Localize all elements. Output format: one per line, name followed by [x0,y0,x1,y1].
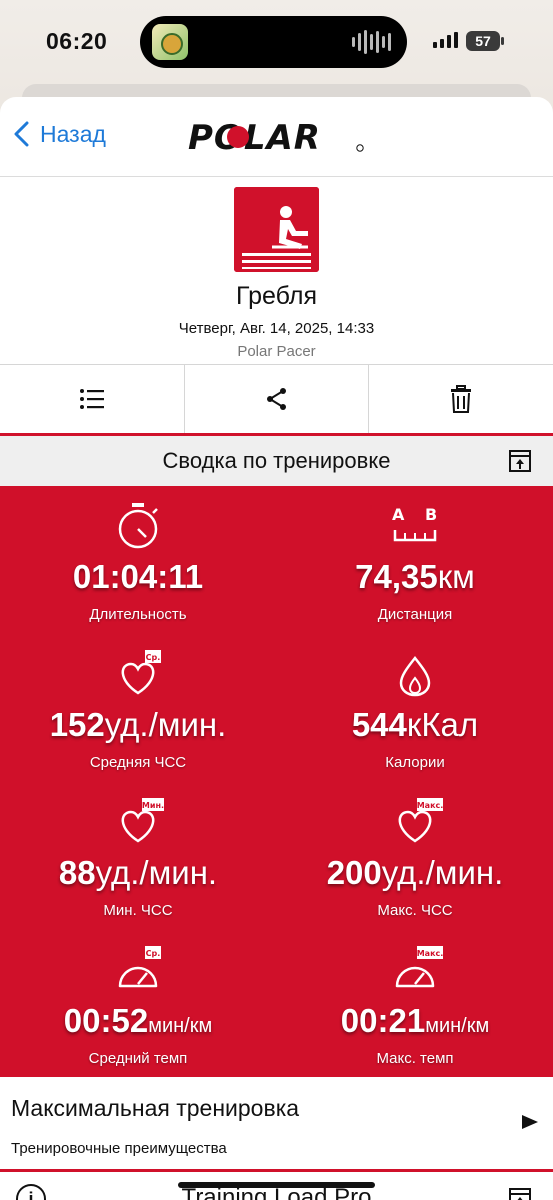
back-label: Назад [40,120,106,147]
stat-label: Длительность [89,606,187,623]
action-toolbar [0,365,553,436]
polar-logo: POLAR [188,118,364,157]
share-icon [266,388,286,410]
delete-button[interactable] [369,365,553,433]
device-name: Polar Pacer [237,343,316,360]
share-button[interactable] [185,365,370,433]
summary-stats: 01:04:11 Длительность A B 74,35км Дистан… [0,486,553,1077]
stat-value: 88 [58,854,96,891]
back-button[interactable]: Назад [10,119,106,149]
heart-badge: Макс. [417,801,444,810]
dynamic-island [140,16,407,68]
session-header: Гребля Четверг, Авг. 14, 2025, 14:33 Pol… [0,177,553,365]
stat-unit: кКал [406,706,479,743]
stat-unit: уд./мин. [381,854,504,891]
stat-value: 74,35 [355,558,438,595]
training-sheet: Назад POLAR Гребля Четверг, Авг. 14, 202… [0,97,553,1200]
stat-unit: уд./мин. [95,854,218,891]
stat-unit: км [437,558,475,595]
distance-icon-b: B [425,505,437,524]
stat-label: Средний темп [88,1050,188,1067]
navigation-bar: Назад POLAR [0,97,553,177]
stat-value: 544 [351,706,407,743]
distance-icon: A B [392,505,437,542]
brand-text: POLAR [188,118,321,157]
stat-label: Мин. ЧСС [103,902,173,919]
training-benefit-row[interactable]: Максимальная тренировка Тренировочные пр… [0,1077,553,1172]
audio-wave-icon [352,30,391,54]
status-bar: 06:20 57 [0,0,553,84]
heart-icon: Ср. [121,650,161,695]
trash-icon [451,385,472,413]
export-icon[interactable] [509,1188,531,1200]
status-time: 06:20 [46,28,108,54]
gauge-icon: Макс. [395,946,444,988]
stat-unit: мин/км [148,1015,213,1037]
benefit-subtitle: Тренировочные преимущества [11,1140,227,1157]
export-icon[interactable] [509,450,531,472]
gauge-badge: Макс. [417,949,444,958]
chevron-left-icon [14,121,29,147]
stat-unit: мин/км [425,1015,490,1037]
flame-icon [399,655,431,697]
heart-icon: Макс. [398,798,444,843]
stat-label: Калории [385,754,445,771]
gauge-icon: Ср. [118,946,161,988]
stat-value: 00:52 [63,1002,149,1039]
laps-list-button[interactable] [0,365,185,433]
distance-icon-a: A [392,505,405,524]
rowing-icon [234,187,319,272]
battery-icon: 57 [466,31,504,51]
stat-unit: уд./мин. [104,706,227,743]
stat-value: 152 [49,706,105,743]
gauge-badge: Ср. [146,949,161,958]
stat-value: 200 [326,854,382,891]
sport-name: Гребля [236,282,317,310]
cellular-signal-icon [433,32,458,48]
home-indicator[interactable] [178,1182,375,1188]
list-icon [79,389,104,409]
stat-value: 00:21 [340,1002,426,1039]
now-playing-app-icon [152,24,188,60]
stat-label: Макс. ЧСС [377,902,453,919]
heart-badge: Ср. [146,653,161,662]
summary-header[interactable]: Сводка по тренировке [0,436,553,486]
stat-label: Макс. темп [376,1050,454,1067]
summary-title: Сводка по тренировке [162,448,391,473]
heart-badge: Мин. [142,801,164,810]
stat-label: Дистанция [377,606,453,623]
stopwatch-icon [118,503,158,549]
play-arrow-icon [522,1115,538,1129]
stat-value: 01:04:11 [72,558,204,595]
benefit-title: Максимальная тренировка [11,1095,300,1121]
session-date: Четверг, Авг. 14, 2025, 14:33 [178,320,375,337]
heart-icon: Мин. [121,798,164,843]
stat-label: Средняя ЧСС [89,754,187,771]
